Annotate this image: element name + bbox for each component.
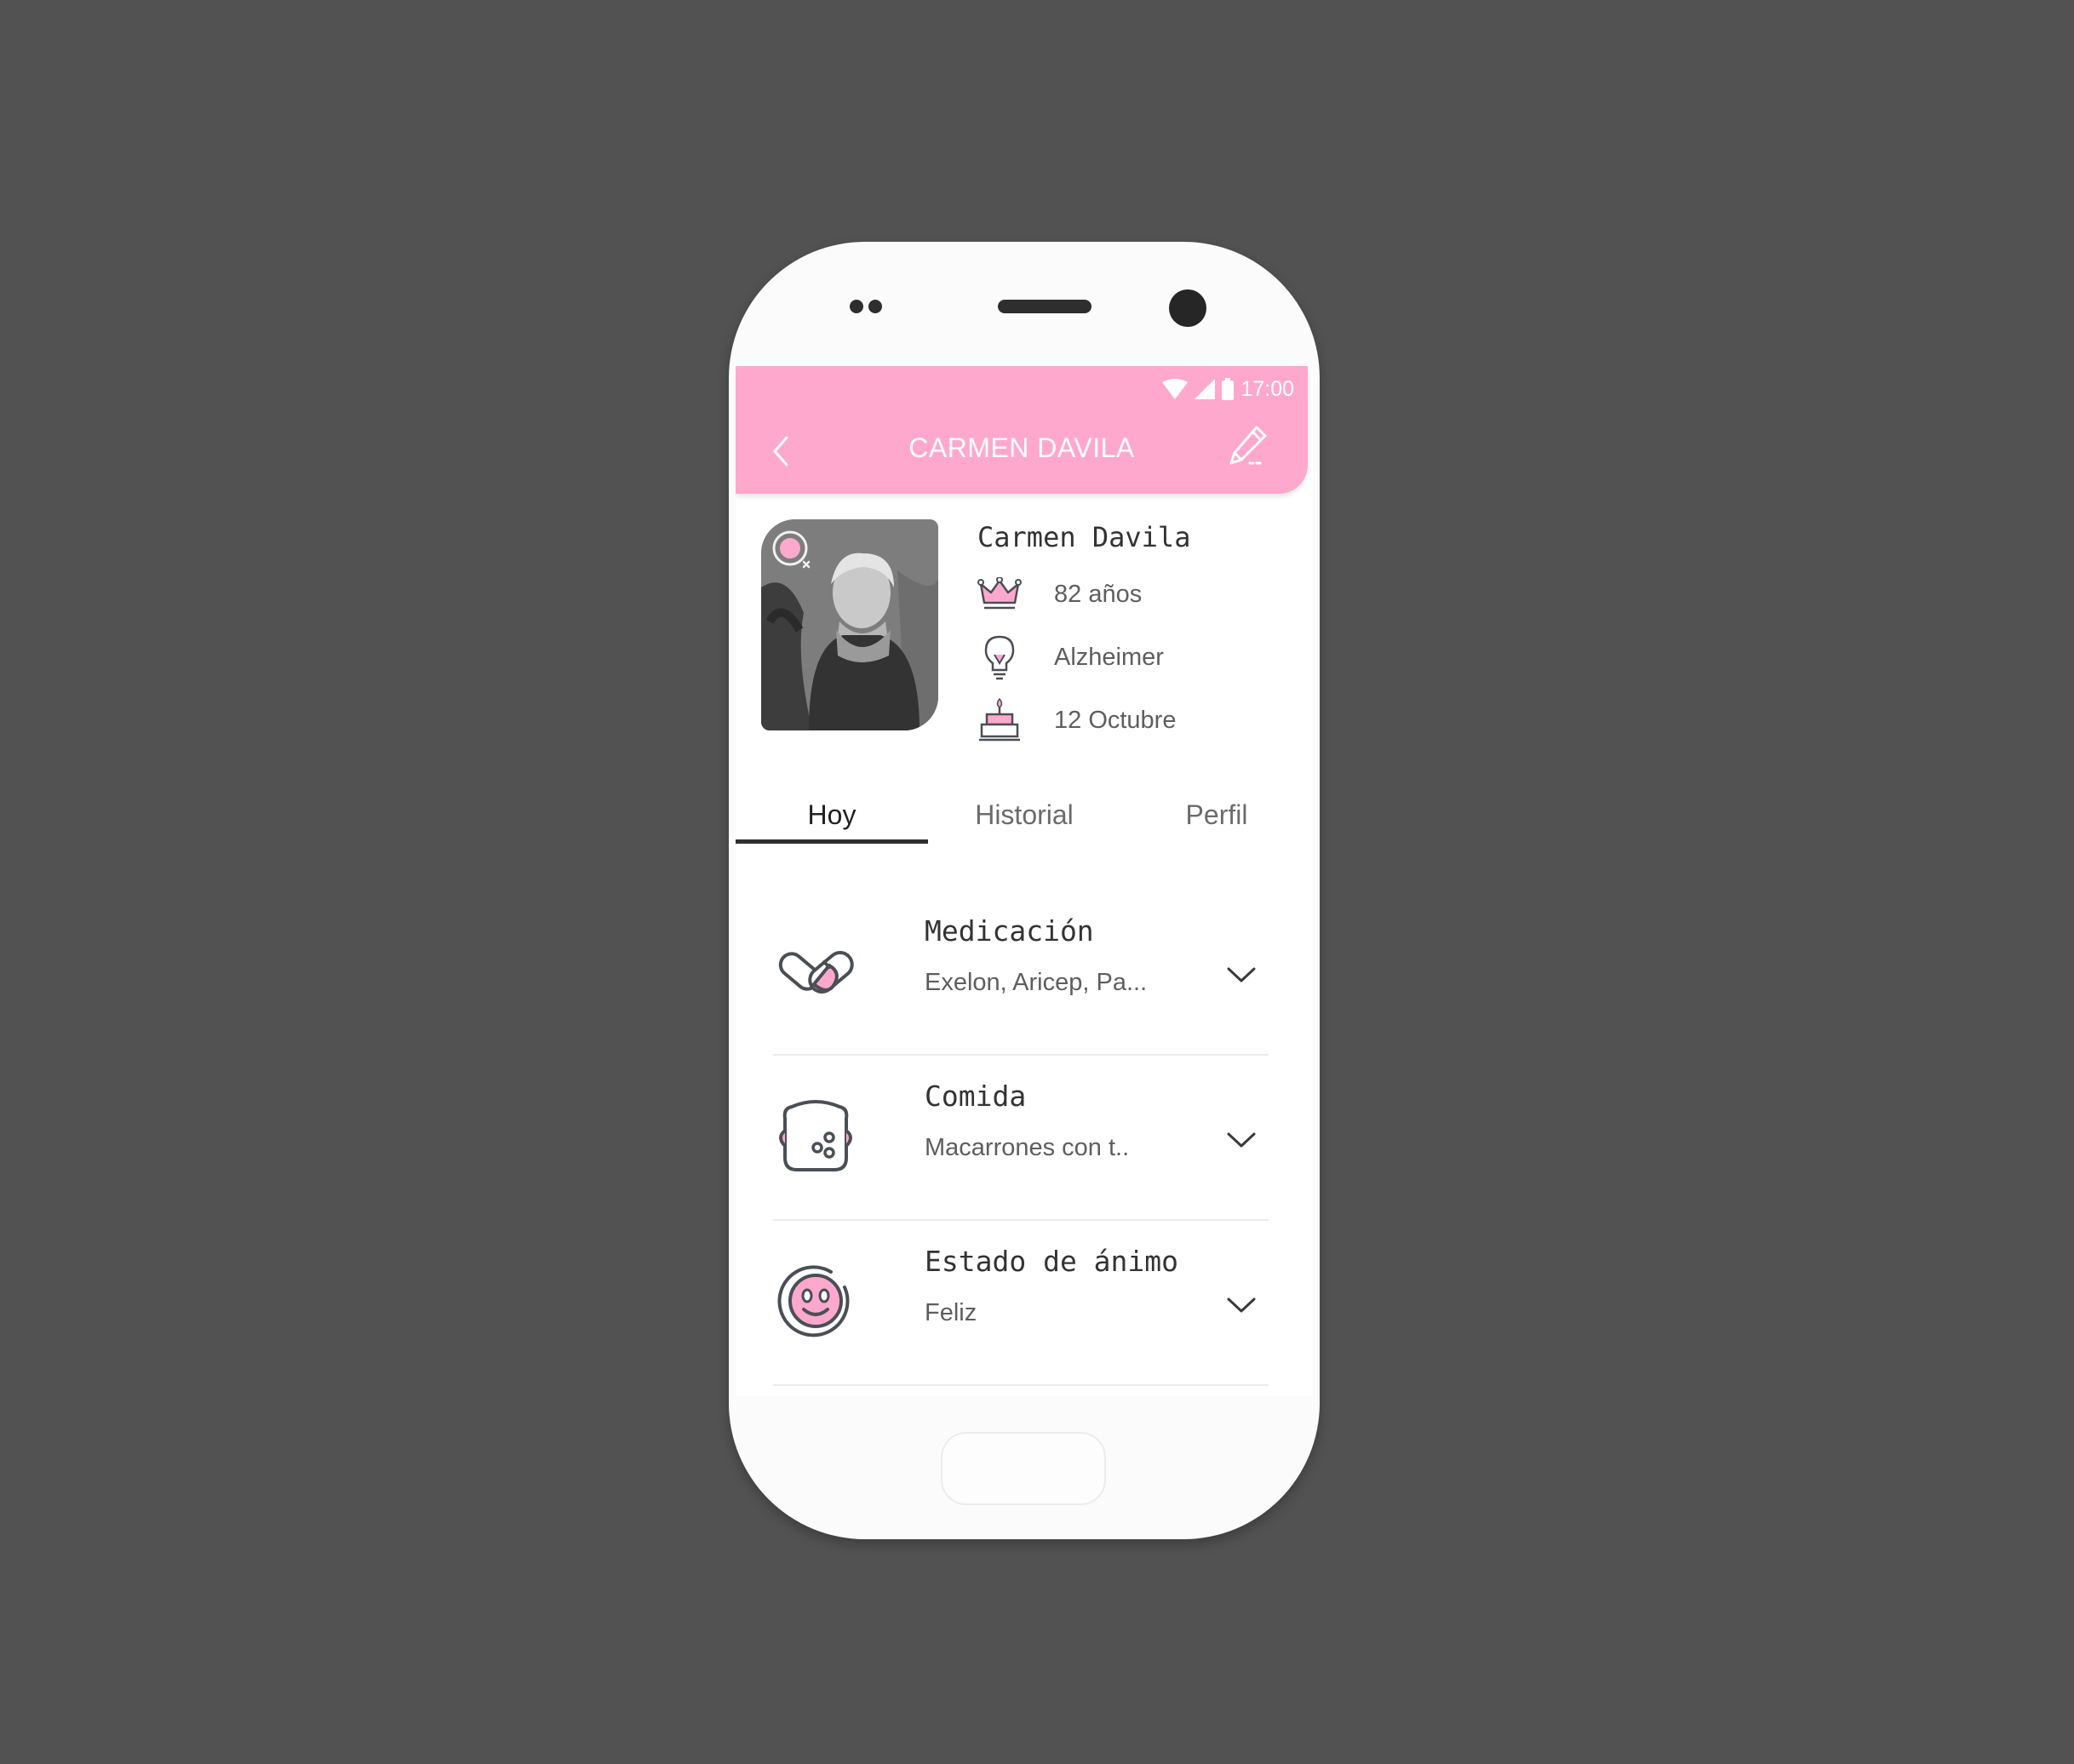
- app-bar: 17:00 CARMEN DAVILA: [736, 366, 1308, 494]
- app-screen: 17:00 CARMEN DAVILA Carmen Davila 82 año…: [736, 366, 1313, 1396]
- smiley-icon: [777, 1265, 850, 1337]
- tab-historial[interactable]: Historial: [928, 787, 1120, 843]
- card-subtitle: Exelon, Aricep, Pa...: [925, 969, 1148, 996]
- lightbulb-icon: [984, 635, 1015, 680]
- card-estado-animo[interactable]: Estado de ánimo Feliz: [773, 1221, 1269, 1386]
- phone-frame: 17:00 CARMEN DAVILA Carmen Davila 82 año…: [729, 242, 1320, 1539]
- earpiece-speaker: [998, 300, 1091, 313]
- tab-perfil[interactable]: Perfil: [1120, 787, 1313, 843]
- wifi-icon: [1162, 379, 1189, 399]
- card-title: Medicación: [925, 914, 1094, 948]
- chevron-down-icon[interactable]: [1224, 962, 1258, 988]
- patient-name: Carmen Davila: [977, 521, 1191, 553]
- pills-icon: [778, 951, 854, 994]
- birthday-row: 12 Octubre: [976, 695, 1176, 746]
- card-comida[interactable]: Comida Macarrones con t..: [773, 1056, 1269, 1221]
- card-subtitle: Macarrones con t..: [925, 1134, 1130, 1161]
- food-icon: [779, 1100, 852, 1171]
- front-camera: [1169, 289, 1206, 327]
- birthday-value: 12 Octubre: [1054, 706, 1177, 734]
- tab-indicator: [736, 839, 928, 844]
- sensor-dot: [850, 300, 863, 313]
- age-row: 82 años: [976, 569, 1142, 620]
- crown-icon: [977, 577, 1022, 610]
- divider: [773, 1384, 1269, 1386]
- tab-bar: Hoy Historial Perfil: [736, 787, 1313, 844]
- card-title: Estado de ánimo: [925, 1245, 1179, 1278]
- card-title: Comida: [925, 1080, 1027, 1113]
- cake-icon: [979, 697, 1020, 742]
- condition-value: Alzheimer: [1054, 643, 1164, 671]
- sensor-dot: [868, 300, 882, 313]
- pinpoint-icon: [772, 530, 811, 569]
- condition-row: Alzheimer: [976, 632, 1164, 683]
- chevron-down-icon[interactable]: [1224, 1292, 1258, 1318]
- age-value: 82 años: [1054, 580, 1143, 608]
- status-time: 17:00: [1240, 376, 1294, 401]
- home-button[interactable]: [941, 1432, 1106, 1505]
- card-medicacion[interactable]: Medicación Exelon, Aricep, Pa...: [773, 891, 1269, 1056]
- avatar[interactable]: [761, 519, 938, 730]
- signal-icon: [1195, 379, 1216, 399]
- background: 17:00 CARMEN DAVILA Carmen Davila 82 año…: [0, 0, 2074, 1764]
- pencil-icon[interactable]: [1224, 422, 1270, 468]
- page-title: CARMEN DAVILA: [908, 432, 1135, 463]
- chevron-down-icon[interactable]: [1224, 1127, 1258, 1153]
- card-subtitle: Feliz: [925, 1299, 977, 1326]
- tab-hoy[interactable]: Hoy: [736, 787, 928, 843]
- status-bar: 17:00: [1162, 375, 1294, 404]
- battery-icon: [1222, 378, 1235, 400]
